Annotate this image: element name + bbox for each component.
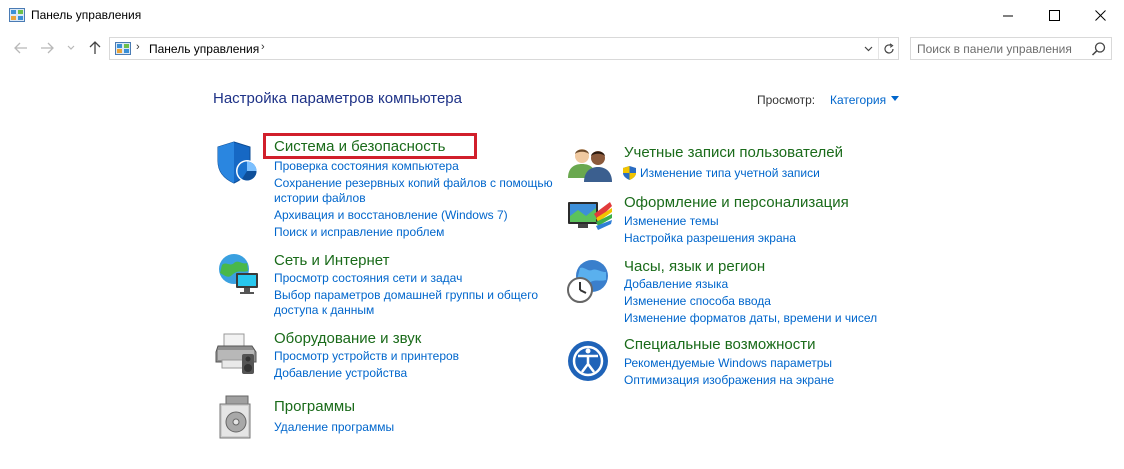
chevron-down-icon	[67, 45, 75, 50]
category-title-network-internet[interactable]: Сеть и Интернет	[274, 252, 390, 269]
category-title-system-security[interactable]: Система и безопасность	[274, 138, 445, 155]
link-devices-printers[interactable]: Просмотр устройств и принтеров	[274, 348, 459, 365]
link-backup-restore-win7[interactable]: Архивация и восстановление (Windows 7)	[274, 207, 508, 224]
users-icon[interactable]	[566, 140, 614, 188]
up-button[interactable]	[86, 38, 104, 58]
title-bar: Панель управления	[0, 0, 1124, 30]
refresh-button[interactable]	[878, 38, 898, 59]
minimize-icon	[1002, 15, 1013, 16]
link-homegroup-sharing-cont[interactable]: доступа к данным	[274, 302, 374, 319]
category-title-programs[interactable]: Программы	[274, 398, 355, 415]
link-change-date-formats[interactable]: Изменение форматов даты, времени и чисел	[624, 310, 877, 327]
breadcrumb-control-panel[interactable]: Панель управления	[149, 42, 259, 56]
arrow-right-icon	[41, 42, 54, 54]
link-change-theme[interactable]: Изменение темы	[624, 213, 719, 230]
accessibility-icon[interactable]	[566, 337, 614, 385]
back-button[interactable]	[12, 38, 30, 58]
control-panel-icon	[115, 42, 131, 55]
refresh-icon	[883, 42, 894, 54]
link-troubleshoot[interactable]: Поиск и исправление проблем	[274, 224, 444, 241]
uac-shield-icon	[623, 166, 636, 180]
category-title-ease-of-access[interactable]: Специальные возможности	[624, 336, 816, 353]
breadcrumb-separator-icon[interactable]: ›	[136, 41, 140, 53]
clock-globe-icon[interactable]	[566, 258, 614, 306]
link-optimize-display[interactable]: Оптимизация изображения на экране	[624, 372, 834, 389]
search-input[interactable]	[917, 41, 1087, 57]
dropdown-arrow-icon[interactable]	[891, 96, 899, 101]
address-history-button[interactable]	[858, 38, 878, 59]
arrow-up-icon	[89, 41, 101, 54]
close-button[interactable]	[1077, 0, 1123, 30]
control-panel-icon	[9, 8, 25, 22]
minimize-button[interactable]	[985, 0, 1031, 30]
close-icon	[1094, 9, 1106, 21]
search-icon[interactable]	[1091, 41, 1107, 57]
category-title-user-accounts[interactable]: Учетные записи пользователей	[624, 144, 843, 161]
link-change-account-type[interactable]: Изменение типа учетной записи	[640, 165, 820, 182]
printer-icon[interactable]	[214, 330, 262, 378]
category-title-clock-language-region[interactable]: Часы, язык и регион	[624, 258, 765, 275]
breadcrumb-separator-icon[interactable]: ›	[261, 41, 265, 53]
search-box[interactable]	[910, 37, 1112, 60]
shield-icon[interactable]	[214, 139, 262, 187]
maximize-icon	[1048, 9, 1060, 21]
view-by-label: Просмотр:	[757, 93, 816, 107]
link-file-history-backup-cont[interactable]: истории файлов	[274, 190, 366, 207]
link-screen-resolution[interactable]: Настройка разрешения экрана	[624, 230, 796, 247]
category-title-hardware-sound[interactable]: Оборудование и звук	[274, 330, 421, 347]
navigation-bar: › Панель управления ›	[0, 34, 1124, 62]
network-globe-icon[interactable]	[214, 251, 262, 299]
maximize-button[interactable]	[1031, 0, 1077, 30]
address-bar[interactable]: › Панель управления ›	[109, 37, 899, 60]
link-add-language[interactable]: Добавление языка	[624, 276, 728, 293]
programs-disc-icon[interactable]	[214, 394, 262, 442]
personalization-monitor-icon[interactable]	[566, 196, 614, 244]
link-change-input-method[interactable]: Изменение способа ввода	[624, 293, 771, 310]
forward-button[interactable]	[38, 38, 56, 58]
recent-locations-button[interactable]	[62, 38, 80, 58]
window-title: Панель управления	[31, 8, 142, 22]
link-network-status[interactable]: Просмотр состояния сети и задач	[274, 270, 462, 287]
page-title: Настройка параметров компьютера	[213, 90, 462, 107]
link-check-computer-status[interactable]: Проверка состояния компьютера	[274, 158, 459, 175]
arrow-left-icon	[14, 42, 27, 54]
link-uninstall-program[interactable]: Удаление программы	[274, 419, 394, 436]
view-by-dropdown[interactable]: Категория	[830, 93, 886, 107]
link-recommended-settings[interactable]: Рекомендуемые Windows параметры	[624, 355, 832, 372]
link-add-device[interactable]: Добавление устройства	[274, 365, 407, 382]
chevron-down-icon	[864, 46, 872, 51]
category-title-appearance[interactable]: Оформление и персонализация	[624, 194, 849, 211]
